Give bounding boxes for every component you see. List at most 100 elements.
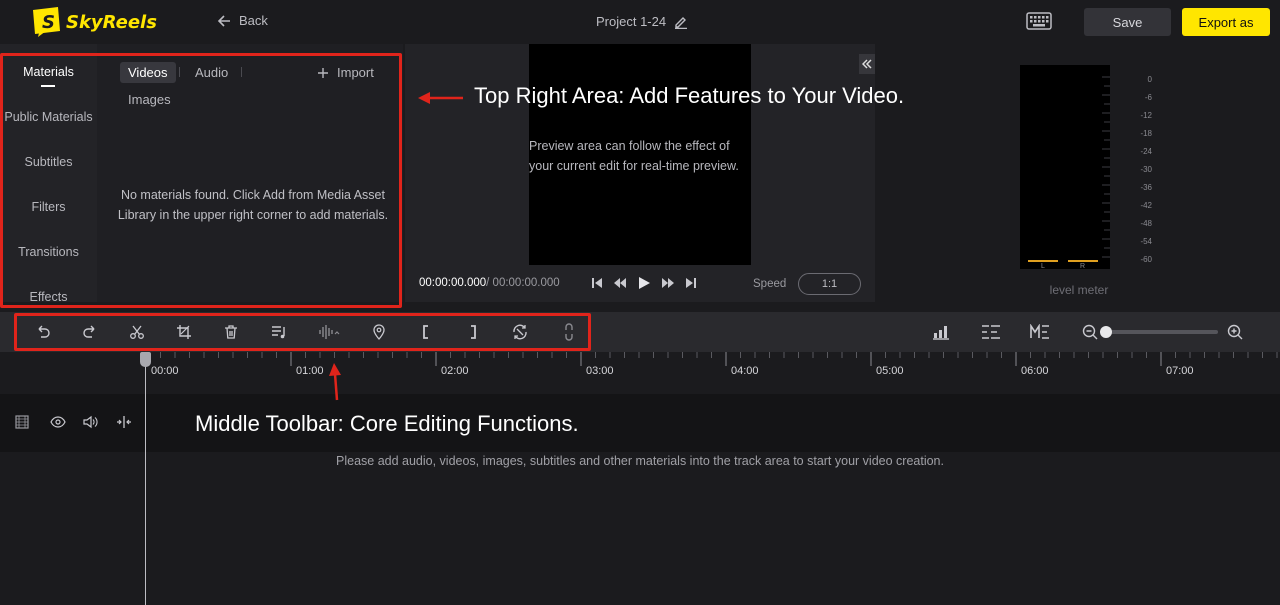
nav-item-transitions[interactable]: Transitions	[0, 245, 97, 259]
track-height-button[interactable]	[931, 322, 951, 342]
materials-panel: Videos Audio Images Import No materials …	[97, 44, 403, 302]
split-audio-icon[interactable]	[116, 415, 132, 429]
nav-item-materials[interactable]: Materials	[0, 65, 97, 79]
back-button[interactable]: Back	[217, 13, 268, 28]
annotation-arrow-left	[418, 92, 463, 104]
meter-scale-label: -24	[1140, 147, 1152, 156]
nav-item-subtitles[interactable]: Subtitles	[0, 155, 97, 169]
arrow-left-icon	[217, 14, 230, 27]
ruler-time-label: 07:00	[1166, 365, 1194, 377]
redo-button[interactable]	[80, 322, 100, 342]
ruler-ticks	[145, 352, 1278, 366]
fit-timeline-button[interactable]	[981, 322, 1001, 342]
bracket-right-icon	[471, 325, 476, 339]
zoom-in-button[interactable]	[1225, 322, 1245, 342]
audio-waveform-button[interactable]	[318, 322, 342, 342]
speed-label: Speed	[753, 278, 787, 290]
tab-audio[interactable]: Audio	[195, 65, 228, 80]
import-label: Import	[337, 65, 374, 80]
collapse-panel-button[interactable]	[859, 54, 875, 74]
delete-button[interactable]	[221, 322, 241, 342]
duration: / 00:00:00.000	[486, 277, 560, 289]
annotation-top-text: Top Right Area: Add Features to Your Vid…	[474, 83, 905, 108]
zoom-in-icon	[1227, 324, 1243, 340]
meter-scale-label: -18	[1140, 129, 1152, 138]
split-button[interactable]	[127, 322, 147, 342]
marker-button[interactable]	[369, 322, 389, 342]
project-title-group: Project 1-24	[596, 14, 688, 29]
channel-left-label: L	[1041, 263, 1045, 270]
ruler-time-label: 05:00	[876, 365, 904, 377]
magnet-snap-button[interactable]	[1030, 322, 1050, 342]
skip-to-start-icon[interactable]	[591, 277, 603, 289]
ruler-time-label: 03:00	[586, 365, 614, 377]
zoom-out-button[interactable]	[1080, 322, 1100, 342]
keyboard-icon[interactable]	[1026, 12, 1052, 30]
no-materials-message: No materials found. Click Add from Media…	[105, 185, 401, 225]
meter-scale-label: -60	[1140, 255, 1152, 264]
rewind-icon[interactable]	[613, 277, 627, 289]
video-track-row[interactable]	[0, 394, 1280, 452]
nav-item-effects[interactable]: Effects	[0, 290, 97, 304]
nav-active-indicator	[41, 85, 55, 87]
skip-to-end-icon[interactable]	[685, 277, 697, 289]
svg-text:SkyReels: SkyReels	[66, 12, 157, 33]
timeline-ruler[interactable]: 00:00 01:00 02:00 03:00 04:00 05:00 06:00 07:00	[0, 352, 1280, 394]
ruler-time-label: 02:00	[441, 365, 469, 377]
header: S SkyReels Back Project 1-24 Save Export…	[0, 0, 1280, 44]
undo-button[interactable]	[33, 322, 53, 342]
annotation-arrow-up	[329, 363, 341, 401]
save-button[interactable]: Save	[1084, 8, 1171, 36]
no-materials-line1: No materials found. Click Add from Media…	[120, 188, 385, 202]
volume-icon[interactable]	[83, 415, 99, 429]
ruler-time-label: 06:00	[1021, 365, 1049, 377]
ruler-time-label: 04:00	[731, 365, 759, 377]
map-pin-icon	[373, 324, 385, 340]
eye-icon[interactable]	[50, 415, 66, 429]
fast-forward-icon[interactable]	[661, 277, 675, 289]
plus-icon	[318, 67, 328, 78]
bracket-left-icon	[423, 325, 428, 339]
zoom-out-icon	[1082, 324, 1098, 340]
timecode: 00:00:00.000/ 00:00:00.000	[419, 277, 560, 289]
film-strip-icon	[15, 415, 29, 429]
export-button[interactable]: Export as	[1182, 8, 1270, 36]
zoom-slider-handle[interactable]	[1100, 326, 1112, 338]
crop-button[interactable]	[174, 322, 194, 342]
audio-list-button[interactable]	[269, 322, 289, 342]
track-empty-hint: Please add audio, videos, images, subtit…	[336, 454, 944, 468]
waveform-icon	[319, 325, 340, 339]
current-time: 00:00:00.000	[419, 277, 487, 289]
auto-sync-button[interactable]	[510, 322, 530, 342]
nav-item-public-materials[interactable]: Public Materials	[0, 110, 97, 124]
tab-divider	[179, 67, 180, 77]
track-area[interactable]	[0, 452, 1280, 605]
level-meter-display: L R	[1020, 65, 1110, 270]
tab-images[interactable]: Images	[128, 92, 171, 107]
zoom-slider-track[interactable]	[1104, 330, 1218, 334]
back-label: Back	[239, 13, 268, 28]
preview-hint-line2: your current edit for real-time preview.	[529, 159, 739, 173]
speed-selector[interactable]: 1:1	[798, 273, 861, 295]
meter-scale-label: -42	[1140, 201, 1152, 210]
playhead-line[interactable]	[145, 352, 146, 605]
mark-out-button[interactable]	[463, 322, 483, 342]
playhead-handle[interactable]	[140, 352, 151, 367]
mark-in-button[interactable]	[416, 322, 436, 342]
play-icon[interactable]	[637, 276, 651, 290]
snap-lines-icon	[1030, 324, 1049, 339]
tab-videos[interactable]: Videos	[120, 62, 176, 83]
meter-scale-label: 0	[1147, 75, 1152, 84]
channel-right-label: R	[1080, 263, 1086, 270]
link-button[interactable]	[559, 322, 579, 342]
skyreels-logo[interactable]: S SkyReels	[30, 4, 175, 38]
edit-pencil-icon[interactable]	[674, 15, 688, 29]
nav-item-filters[interactable]: Filters	[0, 200, 97, 214]
meter-scale-label: -36	[1140, 183, 1152, 192]
meter-scale-label: -54	[1140, 237, 1152, 246]
preview-hint-line1: Preview area can follow the effect of	[529, 139, 730, 153]
tab-divider	[241, 67, 242, 77]
meter-scale-label: -6	[1144, 93, 1152, 102]
import-button[interactable]: Import	[317, 65, 374, 80]
fit-lines-icon	[982, 325, 1000, 339]
